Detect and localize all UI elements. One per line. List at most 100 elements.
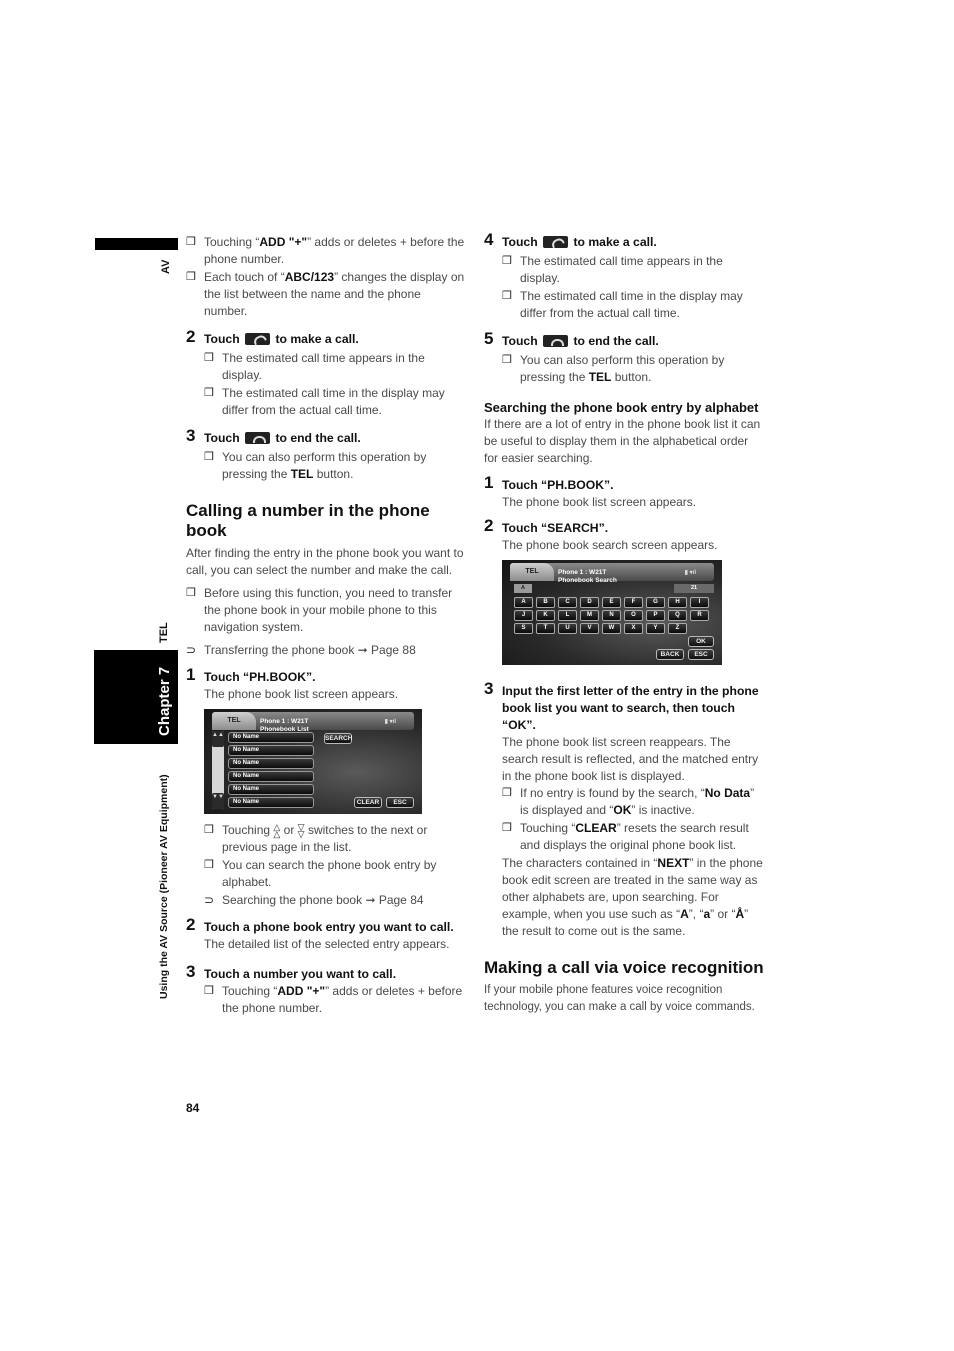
key-q[interactable]: Q [668, 610, 687, 621]
key-s[interactable]: S [514, 623, 533, 634]
bullet: ❒ The estimated call time in the display … [204, 386, 445, 417]
step-3-touch-number: 3 Touch a number you want to call. ❒ Touc… [186, 963, 466, 1017]
note-transfer: ❒ Before using this function, you need to… [186, 586, 453, 634]
step-4-make-call: 4 Touch to make a call. ❒ The estimated c… [484, 231, 764, 322]
key-h[interactable]: H [668, 597, 687, 608]
back-button[interactable]: BACK [656, 649, 684, 660]
key-k[interactable]: K [536, 610, 555, 621]
key-r[interactable]: R [690, 610, 709, 621]
key-b[interactable]: B [536, 597, 555, 608]
bullet-search-note: ❒ You can search the phone book entry by … [204, 858, 437, 889]
search-button[interactable]: SEARCH [324, 733, 352, 744]
step-2-touch-entry: 2 Touch a phone book entry you want to c… [186, 915, 454, 951]
end-call-button-icon [543, 335, 569, 347]
key-i[interactable]: I [690, 597, 709, 608]
key-f[interactable]: F [624, 597, 643, 608]
av-side-label: AV [160, 259, 172, 274]
signal-icon: ▮ ▾ıl [384, 719, 396, 725]
key-u[interactable]: U [558, 623, 577, 634]
end-call-button-icon [245, 432, 271, 444]
step-3-end-call: 3 Touch to end the call. ❒ You can also p… [186, 427, 466, 483]
chapter-label: Chapter 7 [156, 666, 173, 736]
page-up-button[interactable]: ▲▲ [212, 731, 224, 747]
key-z[interactable]: Z [668, 623, 687, 634]
section-heading-voice-recognition: Making a call via voice recognition [484, 958, 764, 977]
bullet: ❒ You can also perform this operation by … [204, 450, 427, 481]
checkbox-bullet-icon: ❒ [204, 859, 214, 871]
key-l[interactable]: L [558, 610, 577, 621]
screen-header: TEL Phone 1 : W21T Phonebook List ▮ ▾ıl [212, 712, 414, 733]
key-a[interactable]: A [514, 597, 533, 608]
checkbox-bullet-icon: ❒ [502, 255, 512, 267]
search-input[interactable]: A [514, 584, 532, 593]
esc-button[interactable]: ESC [688, 649, 714, 660]
key-c[interactable]: C [558, 597, 577, 608]
reference-arrow-icon: ⊃ [186, 643, 197, 657]
left-column: ❒ Touching “ADD "+"” adds or deletes + b… [186, 234, 466, 1018]
phonebook-list-screenshot: TEL Phone 1 : W21T Phonebook List ▮ ▾ıl … [204, 709, 422, 814]
book-section-label: Using the AV Source (Pioneer AV Equipmen… [158, 774, 170, 999]
key-t[interactable]: T [536, 623, 555, 634]
bullet-abc123: ❒ Each touch of “ABC/123” changes the di… [186, 270, 465, 318]
checkbox-bullet-icon: ❒ [204, 824, 214, 836]
list-entry[interactable]: No Name [228, 771, 314, 782]
key-w[interactable]: W [602, 623, 621, 634]
search-step-1: 1 Touch “PH.BOOK”. The phone book list s… [484, 473, 697, 509]
esc-button[interactable]: ESC [386, 797, 414, 808]
tel-tab[interactable]: TEL [510, 563, 554, 581]
key-v[interactable]: V [580, 623, 599, 634]
screen-header: TEL Phone 1 : W21T Phonebook Search ▮ ▾ı… [510, 563, 714, 584]
characters-note: The characters contained in “NEXT” in th… [502, 856, 763, 938]
checkbox-bullet-icon: ❒ [186, 587, 196, 599]
key-j[interactable]: J [514, 610, 533, 621]
call-button-icon [245, 333, 271, 345]
key-o[interactable]: O [624, 610, 643, 621]
top-black-bar [95, 238, 178, 250]
key-m[interactable]: M [580, 610, 599, 621]
scrollbar[interactable]: ▲▲ ▼▼ [212, 731, 224, 809]
bullet: ❒ You can also perform this operation by … [502, 353, 725, 384]
page-down-button[interactable]: ▼▼ [212, 793, 224, 809]
search-section-intro: If there are a lot of entry in the phone… [484, 417, 761, 465]
key-n[interactable]: N [602, 610, 621, 621]
checkbox-bullet-icon: ❒ [502, 787, 512, 799]
tel-tab[interactable]: TEL [212, 712, 256, 730]
ok-button[interactable]: OK [688, 636, 714, 647]
bullet: ❒ Touching “ADD "+"” adds or deletes + be… [204, 984, 463, 1015]
signal-icon: ▮ ▾ıl [684, 570, 696, 576]
key-e[interactable]: E [602, 597, 621, 608]
checkbox-bullet-icon: ❒ [204, 451, 214, 463]
search-step-3: 3 Input the first letter of the entry in… [484, 679, 763, 938]
double-down-arrow-icon: ▽ ▽ [297, 822, 305, 839]
list-entry[interactable]: No Name [228, 732, 314, 743]
bullet: ❒ The estimated call time appears in the … [502, 254, 723, 285]
right-column: 4 Touch to make a call. ❒ The estimated c… [484, 225, 764, 1016]
bullet: ❒ The estimated call time appears in the … [204, 351, 425, 382]
phonebook-search-screenshot: TEL Phone 1 : W21T Phonebook Search ▮ ▾ı… [502, 560, 722, 665]
step-2-make-call: 2 Touch to make a call. ❒ The estimated c… [186, 328, 466, 419]
section-heading-search-alphabet: Searching the phone book entry by alphab… [484, 400, 759, 415]
list-entry[interactable]: No Name [228, 758, 314, 769]
list-entry[interactable]: No Name [228, 784, 314, 795]
checkbox-bullet-icon: ❒ [502, 290, 512, 302]
step-5-end-call: 5 Touch to end the call. ❒ You can also p… [484, 330, 764, 386]
clear-button[interactable]: CLEAR [354, 797, 382, 808]
key-p[interactable]: P [646, 610, 665, 621]
checkbox-bullet-icon: ❒ [502, 822, 512, 834]
bullet: ❒ The estimated call time in the display … [502, 289, 743, 320]
key-y[interactable]: Y [646, 623, 665, 634]
list-entry[interactable]: No Name [228, 745, 314, 756]
checkbox-bullet-icon: ❒ [186, 271, 196, 283]
bullet-page-switch: ❒ Touching △ △ or ▽ ▽ switches to the next… [204, 822, 428, 855]
list-entry[interactable]: No Name [228, 797, 314, 808]
bullet-add-plus: ❒ Touching “ADD "+"” adds or deletes + b… [186, 235, 465, 266]
checkbox-bullet-icon: ❒ [204, 985, 214, 997]
key-g[interactable]: G [646, 597, 665, 608]
ref-transfer-link[interactable]: ⊃ Transferring the phone book ➞ Page 88 [186, 642, 466, 659]
ref-search-link[interactable]: ⊃ Searching the phone book ➞ Page 84 [204, 892, 466, 909]
key-x[interactable]: X [624, 623, 643, 634]
search-step-2: 2 Touch “SEARCH”. The phone book search … [484, 517, 764, 665]
call-button-icon [543, 236, 569, 248]
bullet-clear: ❒ Touching “CLEAR” resets the search resu… [502, 821, 749, 852]
key-d[interactable]: D [580, 597, 599, 608]
